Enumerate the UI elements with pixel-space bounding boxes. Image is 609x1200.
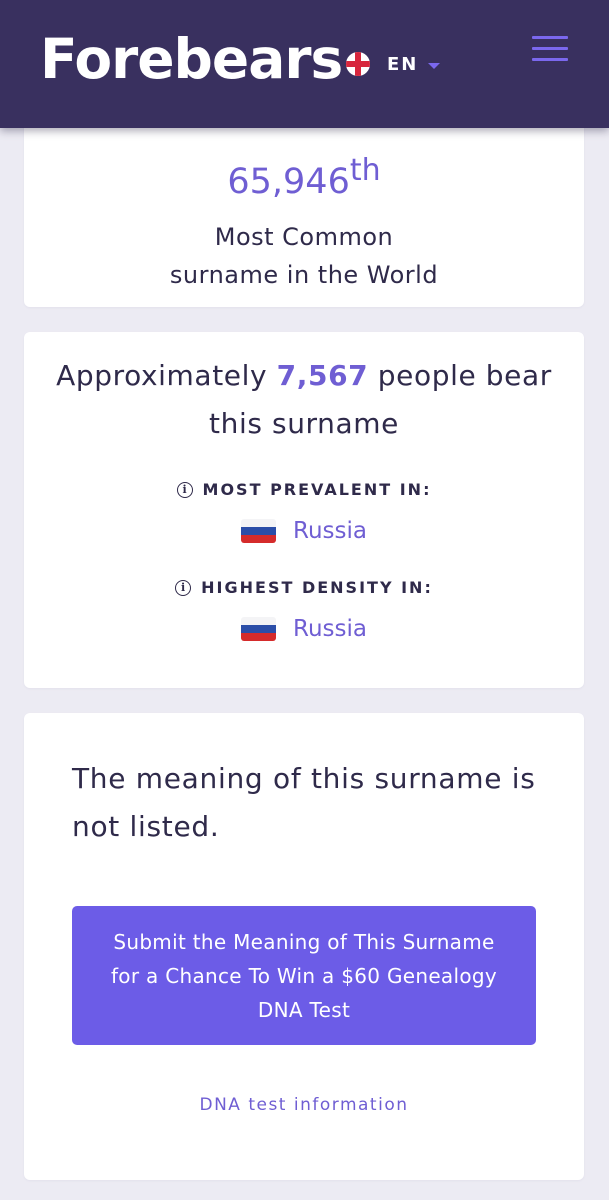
russia-flag-icon [241, 617, 276, 641]
language-code: EN [387, 53, 419, 75]
count-prefix: Approximately [56, 359, 268, 392]
highest-density-label: HIGHEST DENSITY IN: [201, 578, 433, 597]
highest-density-country-link[interactable]: Russia [293, 614, 367, 644]
most-prevalent-country-link[interactable]: Russia [293, 516, 367, 546]
rank-suffix: th [349, 153, 381, 188]
rank-number: 65,946 [227, 162, 350, 202]
world-rank: 65,946th [24, 156, 584, 203]
site-logo[interactable]: Forebears [40, 28, 343, 90]
hamburger-menu-icon[interactable] [532, 36, 568, 62]
rank-label-line1: Most Common [214, 223, 394, 251]
highest-density-heading: i HIGHEST DENSITY IN: [24, 578, 584, 597]
rank-card: 65,946th Most Common surname in the Worl… [24, 110, 584, 307]
dna-test-info-link[interactable]: DNA test information [24, 1095, 584, 1115]
info-icon[interactable]: i [176, 481, 193, 498]
bearers-count: 7,567 [276, 359, 369, 392]
site-header: Forebears EN [0, 0, 609, 128]
most-prevalent-heading: i MOST PREVALENT IN: [24, 480, 584, 499]
meaning-text: The meaning of this surname is not liste… [72, 762, 536, 843]
bearers-count-text: Approximately 7,567 people bear this sur… [44, 352, 564, 448]
language-selector[interactable]: EN [346, 52, 441, 76]
most-prevalent-label: MOST PREVALENT IN: [202, 480, 432, 499]
england-flag-icon [346, 52, 370, 76]
meaning-card: The meaning of this surname is not liste… [24, 713, 584, 1180]
bearers-card: Approximately 7,567 people bear this sur… [24, 332, 584, 688]
rank-label: Most Common surname in the World [24, 218, 584, 294]
highest-density-country: Russia [24, 614, 584, 644]
rank-label-line2: surname in the World [169, 261, 439, 289]
info-icon[interactable]: i [175, 579, 192, 596]
submit-meaning-button[interactable]: Submit the Meaning of This Surname for a… [72, 906, 536, 1045]
submit-meaning-label: Submit the Meaning of This Surname for a… [110, 929, 498, 1022]
russia-flag-icon [241, 519, 276, 543]
chevron-down-icon [428, 62, 441, 69]
most-prevalent-country: Russia [24, 516, 584, 546]
